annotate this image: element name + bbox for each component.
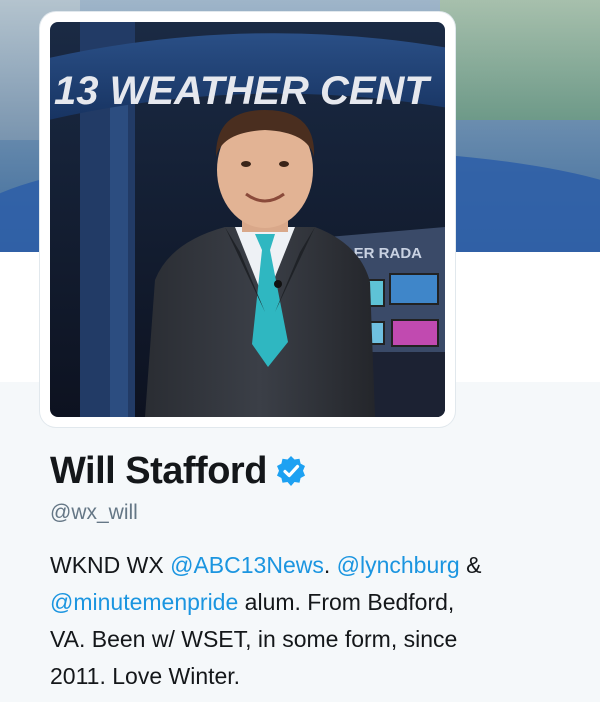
profile-card: 13 WEATHER CENT DOPPLER RADA Will Staffo… [0, 0, 600, 702]
mention-link[interactable]: @minutemenpride [50, 589, 238, 615]
bio-text: WKND WX [50, 552, 171, 578]
profile-name[interactable]: Will Stafford [50, 450, 267, 493]
bio-text: . [323, 552, 337, 578]
avatar-photo: 13 WEATHER CENT DOPPLER RADA [50, 22, 445, 417]
verified-badge-icon [276, 456, 305, 486]
banner-green-shape [440, 0, 600, 120]
profile-avatar[interactable]: 13 WEATHER CENT DOPPLER RADA [40, 12, 455, 427]
profile-name-row: Will Stafford [50, 447, 307, 495]
bio-text: & [459, 552, 482, 578]
bio-text: alum. From Bedford, [238, 589, 455, 615]
profile-bio: WKND WX @ABC13News. @lynchburg & @minute… [50, 547, 570, 695]
mention-link[interactable]: @ABC13News [170, 552, 324, 578]
bio-text: 2011. Love Winter. [50, 663, 241, 689]
bio-text: VA. Been w/ WSET, in some form, since [50, 626, 458, 652]
profile-handle[interactable]: @wx_will [50, 501, 138, 525]
mention-link[interactable]: @lynchburg [337, 552, 460, 578]
avatar-sign-text: 13 WEATHER CENT [54, 69, 432, 113]
